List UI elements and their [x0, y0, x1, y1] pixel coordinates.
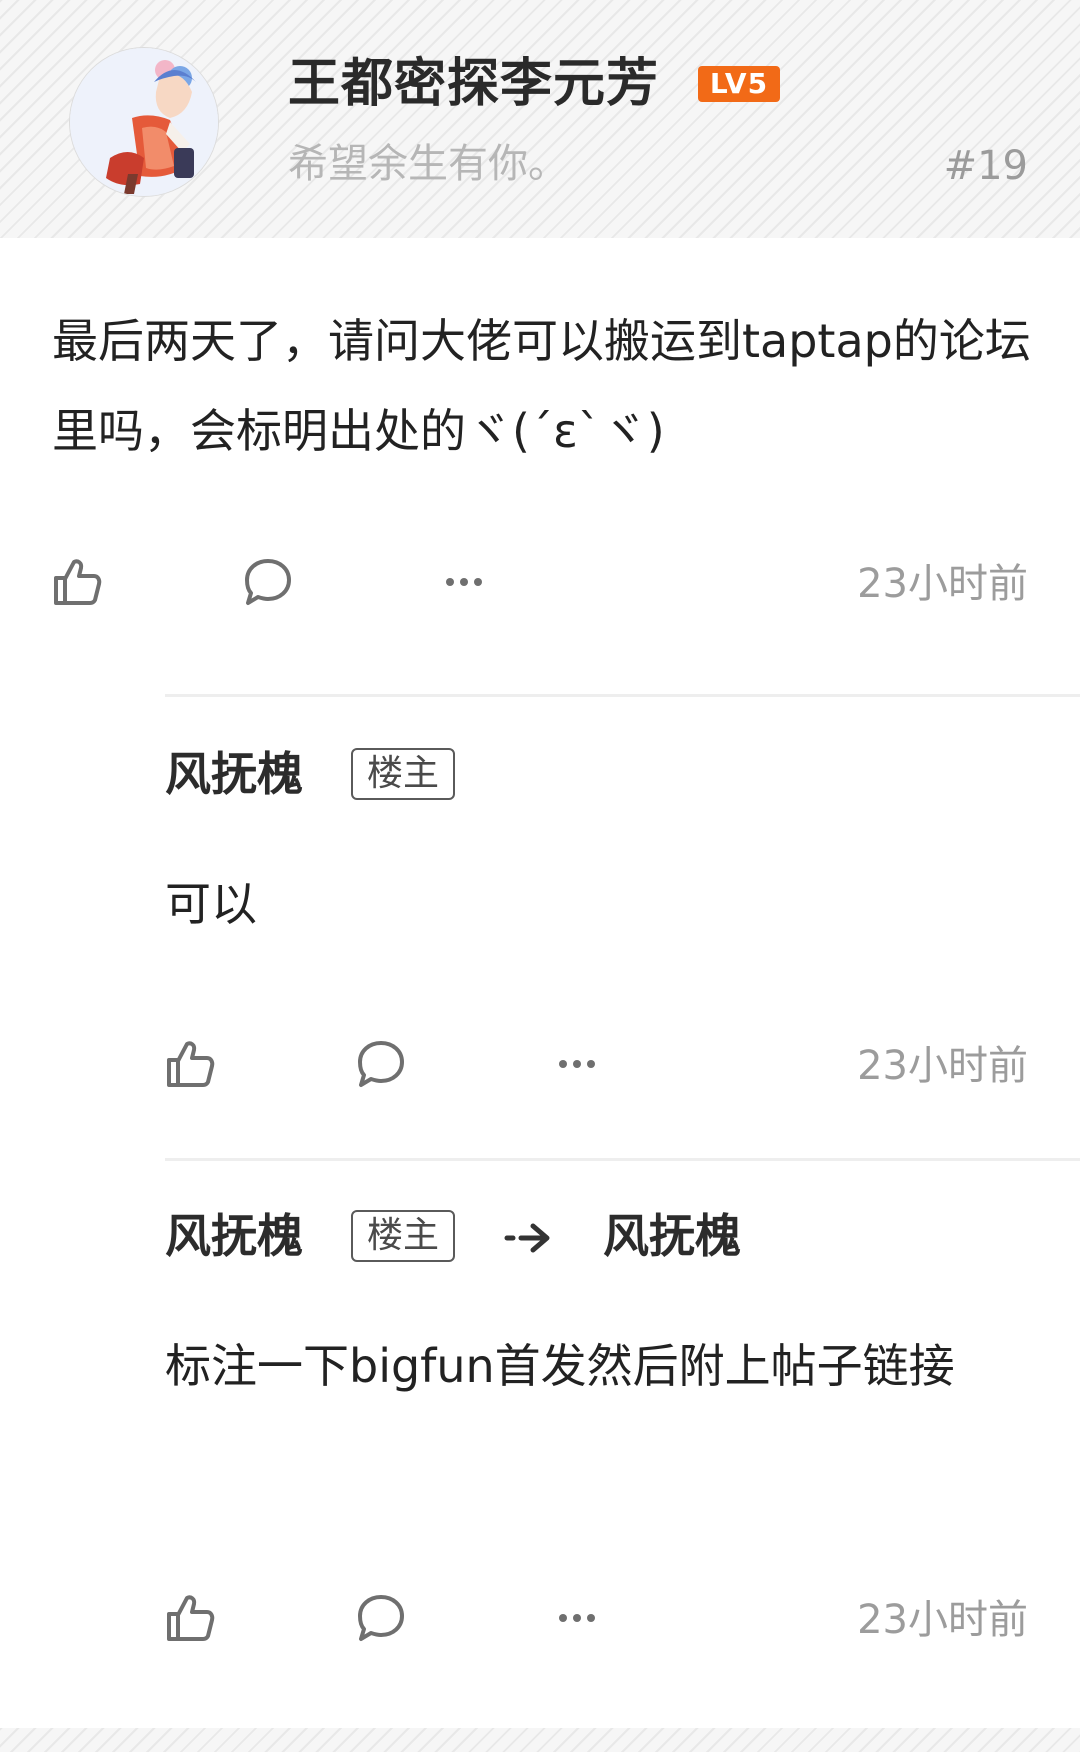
comment-bubble-icon[interactable]: [355, 1038, 407, 1090]
reply-time: 23小时前: [857, 1043, 1028, 1089]
reply-time: 23小时前: [857, 1597, 1028, 1643]
level-badge: LV5: [698, 66, 780, 102]
divider: [165, 1158, 1080, 1161]
comment-bubble-icon[interactable]: [355, 1592, 407, 1644]
op-tag: 楼主: [351, 748, 455, 800]
footer-divider-strip: [0, 1728, 1080, 1752]
reply-content: 可以: [165, 877, 257, 931]
reply-author-name[interactable]: 风抚槐: [165, 1206, 303, 1266]
thumbs-up-icon[interactable]: [165, 1592, 217, 1644]
post-author-name[interactable]: 王都密探李元芳: [288, 52, 659, 116]
post-time: 23小时前: [857, 561, 1028, 607]
avatar-illustration: [70, 48, 218, 196]
more-dots-icon[interactable]: [551, 1592, 603, 1644]
reply-arrow-icon: [504, 1223, 550, 1253]
post-actions: 23小时前: [52, 556, 1028, 616]
thumbs-up-icon[interactable]: [52, 556, 104, 608]
op-tag: 楼主: [351, 1210, 455, 1262]
floor-number: #19: [943, 143, 1028, 189]
reply-content: 标注一下bigfun首发然后附上帖子链接: [165, 1339, 955, 1393]
comment-bubble-icon[interactable]: [242, 556, 294, 608]
post-body: 最后两天了，请问大佬可以搬运到taptap的论坛里吗，会标明出处的ヾ(´ε`ヾ): [52, 314, 1031, 458]
post-header: 王都密探李元芳 LV5 希望余生有你。 #19: [0, 0, 1080, 238]
reply-author-name[interactable]: 风抚槐: [165, 744, 303, 804]
thumbs-up-icon[interactable]: [165, 1038, 217, 1090]
more-dots-icon[interactable]: [551, 1038, 603, 1090]
reply-actions: 23小时前: [165, 1038, 1028, 1098]
author-signature: 希望余生有你。: [288, 141, 568, 187]
more-dots-icon[interactable]: [438, 556, 490, 608]
reply-target-name[interactable]: 风抚槐: [603, 1206, 741, 1266]
reply-actions: 23小时前: [165, 1592, 1028, 1652]
user-avatar[interactable]: [70, 48, 218, 196]
divider: [165, 694, 1080, 697]
